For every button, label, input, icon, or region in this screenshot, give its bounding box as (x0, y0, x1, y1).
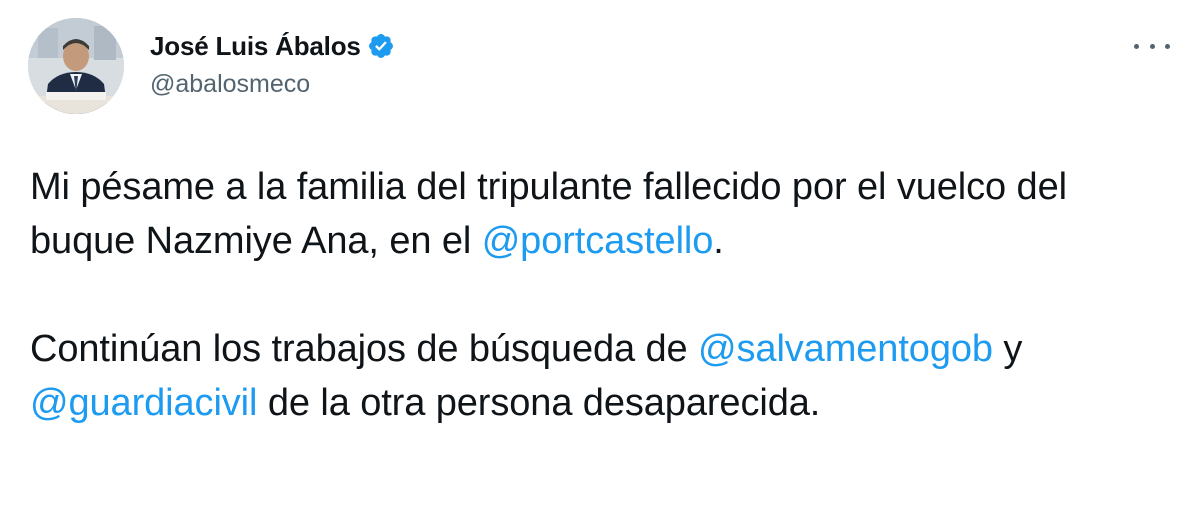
tweet-text: Mi pésame a la familia del tripulante fa… (30, 160, 1170, 430)
more-dot (1165, 43, 1170, 49)
tweet-paragraph: Mi pésame a la familia del tripulante fa… (30, 160, 1170, 268)
handle[interactable]: @abalosmeco (150, 70, 395, 99)
avatar-photo (28, 18, 124, 114)
mention-link[interactable]: @guardiacivil (30, 382, 257, 424)
name-row: José Luis Ábalos (150, 28, 395, 64)
more-dot (1149, 43, 1155, 49)
tweet-text-segment: . (713, 220, 724, 262)
tweet-card: José Luis Ábalos @abalosmeco Mi pésame a… (0, 0, 1200, 510)
tweet-text-segment: de la otra persona desaparecida. (257, 382, 821, 424)
more-dot (1134, 43, 1139, 49)
mention-link[interactable]: @salvamentogob (698, 328, 993, 370)
tweet-text-segment: Continúan los trabajos de búsqueda de (30, 328, 699, 370)
more-options-icon[interactable] (1134, 34, 1170, 58)
tweet-text-segment: y (992, 328, 1023, 370)
avatar[interactable] (28, 18, 124, 114)
mention-link[interactable]: @portcastello (482, 220, 714, 262)
display-name[interactable]: José Luis Ábalos (150, 31, 361, 62)
author-block: José Luis Ábalos @abalosmeco (150, 28, 395, 99)
tweet-paragraph: Continúan los trabajos de búsqueda de @s… (30, 322, 1170, 430)
verified-badge-icon (367, 32, 395, 60)
